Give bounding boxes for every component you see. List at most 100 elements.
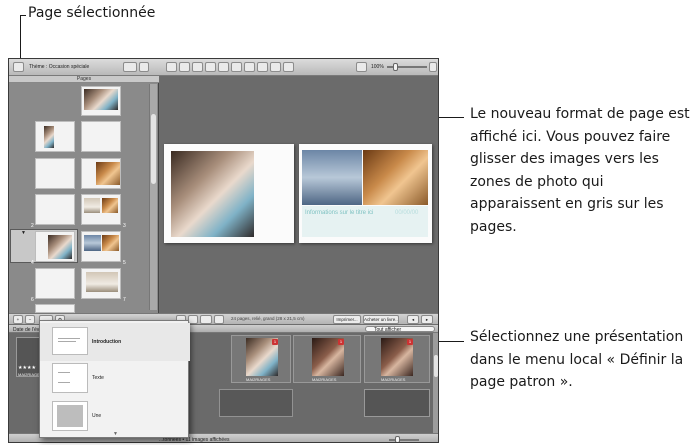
buy-book-button[interactable]: Acheter un livre...: [363, 315, 399, 324]
layout-preview: [52, 401, 88, 431]
browser-thumb[interactable]: [219, 389, 293, 417]
flag-badge: 1: [338, 339, 344, 345]
flag-badge: 1: [272, 339, 278, 345]
text-line: [58, 382, 70, 383]
popup-item-label: Texte: [92, 375, 104, 381]
thumb-size-slider[interactable]: [389, 439, 419, 441]
next-page-button[interactable]: ▸: [421, 315, 433, 324]
master-page-popup-menu: Introduction Texte Une ▼: [39, 320, 190, 438]
photo-glasses[interactable]: [302, 150, 362, 205]
page-thumb[interactable]: [35, 121, 75, 152]
page-thumb[interactable]: [81, 121, 121, 152]
fit-button[interactable]: [429, 62, 437, 72]
page-thumb[interactable]: [81, 268, 121, 299]
photo-bride[interactable]: [171, 151, 254, 237]
thumb-label: MAI2RIAGES: [312, 377, 337, 382]
view-mode-button[interactable]: [123, 62, 137, 72]
page-thumb[interactable]: [35, 304, 75, 313]
theme-label: Thème : Occasion spéciale: [29, 64, 90, 70]
display-button[interactable]: [356, 62, 367, 72]
pages-panel-header: Pages: [9, 76, 159, 83]
browser-scrollbar[interactable]: [433, 333, 438, 433]
browser-thumb[interactable]: [364, 389, 430, 417]
right-page[interactable]: Informations sur le titre ici 00/00/00: [299, 144, 432, 243]
scroll-thumb[interactable]: [434, 355, 438, 377]
photo: [44, 126, 54, 148]
layout-tool-9[interactable]: [270, 62, 281, 72]
page-thumb[interactable]: [81, 194, 121, 225]
layout-tool-3[interactable]: [192, 62, 203, 72]
browser-thumb-frame[interactable]: 1 MAI2RIAGES: [293, 335, 361, 383]
book-spread-view: Informations sur le titre ici Informatio…: [160, 76, 438, 313]
remove-page-button[interactable]: −: [25, 315, 35, 324]
photo: [102, 235, 119, 251]
layout-tool-4[interactable]: [205, 62, 216, 72]
popup-item-introduction[interactable]: Introduction: [40, 323, 190, 361]
page-number: 4: [31, 260, 34, 266]
sort-label[interactable]: Date de l'év: [13, 327, 39, 333]
book-toolbar: Thème : Occasion spéciale 100%: [9, 59, 438, 76]
callout-selected-page: Page sélectionnée: [28, 5, 156, 21]
date-caption[interactable]: 00/00/00: [395, 210, 418, 216]
layout-preview: [52, 327, 88, 355]
photo: [48, 235, 72, 259]
pages-scrollbar[interactable]: [149, 84, 157, 310]
zoom-slider-knob[interactable]: [393, 63, 398, 71]
page-thumb-selected[interactable]: [35, 231, 75, 262]
previous-page-button[interactable]: ◂: [407, 315, 419, 324]
photo: [84, 89, 118, 110]
browser-thumb-frame[interactable]: 1 MAI2RIAGES: [231, 335, 291, 383]
photo: [84, 198, 100, 213]
thumb-size-slider-knob[interactable]: [395, 436, 400, 442]
page-thumb[interactable]: [35, 158, 75, 189]
page-thumb[interactable]: [81, 231, 121, 262]
popup-item-texte[interactable]: Texte: [40, 361, 190, 399]
page-thumb[interactable]: [81, 158, 121, 189]
left-page[interactable]: Informations sur le titre ici: [164, 144, 294, 243]
layout-tool-5[interactable]: [218, 62, 229, 72]
view-grid-button[interactable]: [214, 315, 224, 324]
page-number: 7: [123, 297, 126, 303]
callout-master-page: Sélectionnez une présentation dans le me…: [470, 329, 684, 391]
popup-item-label: Une: [92, 413, 102, 419]
text-line: [58, 341, 76, 342]
page-thumb-cover[interactable]: [81, 86, 121, 116]
print-button[interactable]: Imprimer...: [333, 315, 361, 324]
panel-toggle-button[interactable]: [13, 62, 24, 72]
layout-preview: [52, 363, 88, 393]
book-info: 24 pages, relié, grand (28 x 21,5 cm): [231, 316, 305, 321]
layout-tool-7[interactable]: [244, 62, 255, 72]
browser-thumb-frame[interactable]: 1 MAI2RIAGES: [364, 335, 430, 383]
thumb-label: MAI2RIAGES: [246, 377, 271, 382]
photo: [84, 235, 101, 251]
thumb-label: MAI2RIAGES: [381, 377, 406, 382]
zoom-100-button[interactable]: [200, 315, 212, 324]
layout-tool-1[interactable]: [166, 62, 177, 72]
layout-tool-10[interactable]: [283, 62, 294, 72]
photo-couple[interactable]: [363, 150, 428, 205]
popup-item-label: Introduction: [92, 339, 122, 345]
page-number: 5: [123, 260, 126, 266]
page-number: 6: [31, 297, 34, 303]
text-line: [58, 372, 70, 373]
rating-stars: ★★★★: [18, 365, 36, 371]
photo: [86, 272, 118, 292]
filter-field[interactable]: Tout afficher: [365, 326, 435, 333]
page-thumb[interactable]: [35, 268, 75, 299]
scroll-thumb[interactable]: [151, 114, 156, 184]
view-mode-button-2[interactable]: [139, 62, 149, 72]
page-thumb[interactable]: [35, 194, 75, 225]
layout-tool-2[interactable]: [179, 62, 190, 72]
zoom-level: 100%: [371, 64, 384, 70]
page-number: 3: [123, 223, 126, 229]
text-line: [58, 338, 80, 339]
layout-tool-8[interactable]: [257, 62, 268, 72]
pages-panel: Pages 2 3 ▼ 4 5 6 7: [9, 76, 159, 313]
title-caption[interactable]: Informations sur le titre ici: [305, 210, 373, 216]
filter-label: Tout afficher: [374, 327, 402, 333]
layout-tool-6[interactable]: [231, 62, 242, 72]
photo-placeholder: [57, 405, 83, 427]
add-page-button[interactable]: +: [13, 315, 23, 324]
scroll-down-arrow-icon[interactable]: ▼: [113, 431, 118, 437]
photo: [96, 162, 120, 185]
